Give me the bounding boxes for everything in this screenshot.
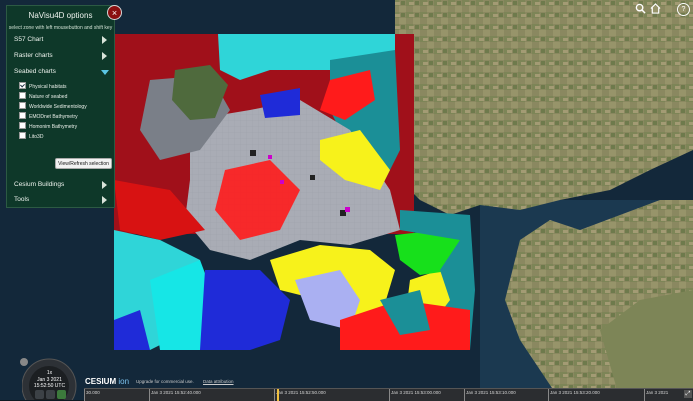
option-emodnet-bathymetry[interactable]: EMODnet Bathymetry	[19, 112, 78, 122]
chevron-right-icon	[102, 181, 107, 189]
search-icon	[635, 3, 646, 14]
timeline-tick	[389, 389, 390, 401]
fullscreen-icon[interactable]: ⤢	[684, 390, 692, 398]
pause-button[interactable]	[46, 390, 55, 399]
section-label: Cesium Buildings	[14, 181, 65, 188]
checkbox[interactable]	[19, 92, 26, 99]
timeline[interactable]: 30.000 Jan 3 2021 15:52:40.000 Jan 3 202…	[84, 388, 693, 401]
option-label: Nature of seabed	[29, 93, 68, 100]
section-label: Seabed charts	[14, 68, 56, 75]
chevron-right-icon	[102, 196, 107, 204]
panel-title: NaVisu4D options	[28, 11, 93, 20]
section-seabed-charts[interactable]: Seabed charts	[7, 65, 114, 79]
close-button[interactable]: ×	[107, 5, 122, 20]
help-button[interactable]: ?	[677, 3, 690, 16]
data-attribution-link[interactable]: Data attribution	[203, 379, 234, 384]
section-label: Raster charts	[14, 52, 53, 59]
option-label: EMODnet Bathymetry	[29, 113, 78, 120]
option-label: Lito3D	[29, 133, 44, 140]
section-raster-charts[interactable]: Raster charts	[7, 49, 114, 63]
option-label: Worldwide Sedimentology	[29, 103, 87, 110]
logo-ion: ion	[118, 377, 130, 386]
chevron-down-icon	[101, 70, 109, 75]
option-physical-habitats[interactable]: Physical habitats	[19, 82, 67, 92]
section-s57-chart[interactable]: S57 Chart	[7, 33, 114, 47]
section-label: S57 Chart	[14, 36, 44, 43]
option-worldwide-sedimentology[interactable]: Worldwide Sedimentology	[19, 102, 87, 112]
cesium-logo[interactable]: CESIUM ion	[85, 377, 129, 386]
playback-controls	[35, 390, 67, 399]
timeline-needle[interactable]	[277, 389, 279, 401]
option-nature-of-seabed[interactable]: Nature of seabed	[19, 92, 68, 102]
timeline-tick	[644, 389, 645, 401]
option-label: Physical habitats	[29, 83, 67, 90]
panel-subtitle: select zone with left mousebutton and sh…	[8, 25, 113, 31]
timeline-label: Jan 3 2021 15:52:40.000	[151, 390, 201, 395]
chevron-right-icon	[102, 36, 107, 44]
checkbox[interactable]	[19, 122, 26, 129]
clock-speed: 1x	[46, 370, 53, 376]
timeline-tick	[464, 389, 465, 401]
options-panel: NaVisu4D options select zone with left m…	[6, 5, 115, 208]
upgrade-link[interactable]: Upgrade for commercial use.	[136, 379, 194, 384]
rewind-button[interactable]	[35, 390, 44, 399]
checkbox[interactable]	[19, 132, 26, 139]
chevron-right-icon	[102, 52, 107, 60]
timeline-label: Jan 3 2021 15:53:20.000	[550, 390, 600, 395]
section-cesium-buildings[interactable]: Cesium Buildings	[7, 178, 114, 192]
timeline-label: Jan 3 2021 15:53:00.000	[391, 390, 441, 395]
home-button[interactable]	[649, 3, 662, 16]
checkbox[interactable]	[19, 102, 26, 109]
timeline-label: Jan 3 2021 15:52:50.000	[276, 390, 326, 395]
search-button[interactable]	[634, 3, 647, 16]
checkbox-checked[interactable]	[19, 82, 26, 89]
logo-text: CESIUM	[85, 377, 117, 386]
timeline-tick	[84, 389, 85, 401]
timeline-tick	[548, 389, 549, 401]
home-icon	[650, 3, 661, 14]
option-label: Homonim Bathymetry	[29, 123, 78, 130]
section-tools[interactable]: Tools	[7, 193, 114, 207]
checkbox[interactable]	[19, 112, 26, 119]
option-lito3d[interactable]: Lito3D	[19, 132, 44, 142]
section-label: Tools	[14, 196, 30, 203]
speed-knob[interactable]	[20, 358, 28, 366]
play-button[interactable]	[57, 390, 66, 399]
timeline-tick	[149, 389, 150, 401]
timeline-label: 30.000	[86, 390, 100, 395]
view-refresh-button[interactable]: View/Refresh selection	[55, 158, 112, 169]
clock-time: 15:52:50 UTC	[33, 383, 66, 389]
option-homonim-bathymetry[interactable]: Homonim Bathymetry	[19, 122, 78, 132]
timeline-label: Jan 3 2021	[646, 390, 669, 395]
timeline-label: Jan 3 2021 15:53:10.000	[466, 390, 516, 395]
timeline-tick	[274, 389, 275, 401]
